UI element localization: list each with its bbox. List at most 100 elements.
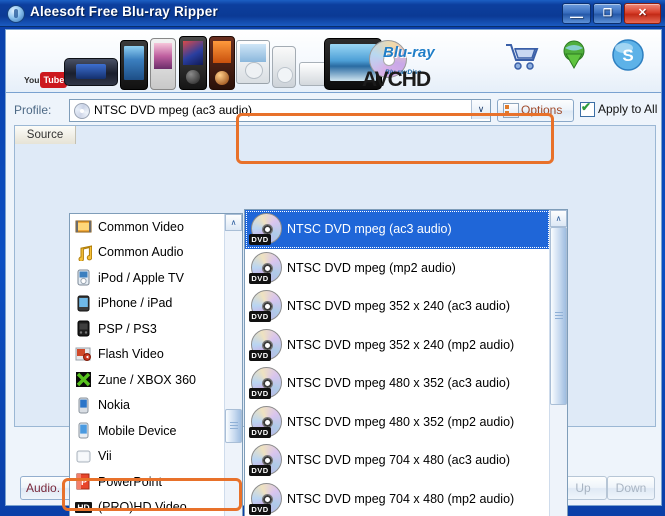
close-icon: ✕ (637, 7, 648, 19)
category-item-label: (PRO)HD Video (98, 500, 187, 515)
dvd-tag: DVD (249, 272, 271, 284)
options-icon (503, 103, 519, 118)
main-panel: Profile: NTSC DVD mpeg (ac3 audio) ∨ Opt… (5, 92, 662, 516)
flash-icon (75, 346, 92, 363)
category-item-label: PowerPoint (98, 474, 162, 489)
category-item-7[interactable]: Nokia (70, 393, 225, 419)
checkbox-checked-icon (580, 100, 595, 117)
profile-item-6[interactable]: DVD NTSC DVD mpeg 704 x 480 (ac3 audio) (245, 441, 550, 480)
toolbar-icons: S (501, 36, 647, 74)
dvd-disc-icon: DVD (249, 251, 283, 284)
category-scroll-track[interactable] (225, 231, 242, 516)
category-item-2[interactable]: iPod / Apple TV (70, 265, 225, 291)
close-button[interactable]: ✕ (624, 3, 661, 24)
category-item-label: iPod / Apple TV (98, 270, 184, 285)
category-item-10[interactable]: P PowerPoint (70, 469, 225, 495)
category-item-label: PSP / PS3 (98, 321, 157, 336)
profile-item-2[interactable]: DVD NTSC DVD mpeg 352 x 240 (ac3 audio) (245, 287, 550, 326)
maximize-icon: ❐ (603, 8, 612, 19)
svg-text:P: P (81, 477, 87, 487)
profile-scrollbar[interactable]: ∧ ∨ (549, 210, 567, 516)
move-down-button[interactable]: Down (607, 476, 655, 500)
scroll-up-icon[interactable]: ∧ (225, 214, 242, 231)
iphone-device-icon (120, 40, 148, 90)
psp-icon (75, 320, 92, 337)
profile-item-label: NTSC DVD mpeg 480 x 352 (mp2 audio) (287, 414, 515, 429)
skype-icon[interactable]: S (609, 36, 647, 74)
category-item-6[interactable]: Zune / XBOX 360 (70, 367, 225, 393)
cart-icon[interactable] (501, 36, 539, 74)
profile-item-7[interactable]: DVD NTSC DVD mpeg 704 x 480 (mp2 audio) (245, 480, 550, 516)
dvd-disc-icon: DVD (249, 444, 283, 477)
profile-item-0[interactable]: DVD NTSC DVD mpeg (ac3 audio) (245, 210, 550, 249)
avchd-logo-text: AVCHD (362, 68, 431, 91)
profile-item-label: NTSC DVD mpeg 704 x 480 (mp2 audio) (287, 491, 515, 506)
category-item-1[interactable]: Common Audio (70, 240, 225, 266)
category-item-4[interactable]: PSP / PS3 (70, 316, 225, 342)
download-icon[interactable] (555, 36, 593, 74)
minimize-button[interactable]: — (562, 3, 591, 24)
svg-text:HD: HD (77, 502, 89, 512)
category-dropdown-panel[interactable]: Common Video Common Audio iPod / Apple TV i… (69, 213, 243, 516)
profile-combobox-value: NTSC DVD mpeg (ac3 audio) (94, 103, 253, 117)
dvd-tag: DVD (249, 349, 271, 361)
chevron-down-icon[interactable]: ∨ (471, 100, 490, 119)
bluray-logo-text: Blu-ray (383, 44, 435, 61)
dvd-disc-icon: DVD (249, 213, 283, 246)
category-item-label: Nokia (98, 398, 130, 413)
title-bar: Aleesoft Free Blu-ray Ripper — ❐ ✕ (0, 0, 665, 27)
category-item-label: Vii (98, 449, 112, 464)
category-item-label: Common Audio (98, 245, 184, 260)
category-item-label: Flash Video (98, 347, 164, 362)
category-list[interactable]: Common Video Common Audio iPod / Apple TV i… (70, 214, 225, 516)
dvd-tag: DVD (249, 311, 271, 323)
dvd-tag: DVD (249, 465, 271, 477)
profile-scroll-thumb[interactable] (550, 227, 567, 405)
category-item-11[interactable]: HD (PRO)HD Video (70, 495, 225, 516)
category-scroll-thumb[interactable] (225, 409, 242, 443)
profile-list[interactable]: DVD NTSC DVD mpeg (ac3 audio) DVD NTSC DVD … (245, 210, 550, 516)
source-column-header[interactable]: Source (15, 126, 76, 145)
iphone-icon (75, 295, 92, 312)
profile-combobox[interactable]: NTSC DVD mpeg (ac3 audio) ∨ (69, 99, 491, 122)
profile-item-label: NTSC DVD mpeg 352 x 240 (mp2 audio) (287, 337, 515, 352)
ipod-classic-device-icon (236, 40, 270, 84)
app-icon (7, 5, 25, 23)
profile-item-label: NTSC DVD mpeg 704 x 480 (ac3 audio) (287, 453, 511, 468)
profile-scroll-track[interactable] (550, 227, 567, 516)
profile-item-3[interactable]: DVD NTSC DVD mpeg 352 x 240 (mp2 audio) (245, 326, 550, 365)
category-scrollbar[interactable]: ∧ ∨ (224, 214, 242, 516)
vii-icon (75, 448, 92, 465)
category-item-0[interactable]: Common Video (70, 214, 225, 240)
ipod-icon (75, 269, 92, 286)
application-window: Aleesoft Free Blu-ray Ripper — ❐ ✕ You Tu… (0, 0, 665, 516)
toolbar-banner: You Tube Blu-ray Blu-rayDisc AVCHD S (5, 29, 662, 93)
mobile-icon (75, 422, 92, 439)
profile-item-1[interactable]: DVD NTSC DVD mpeg (mp2 audio) (245, 249, 550, 288)
category-item-5[interactable]: Flash Video (70, 342, 225, 368)
dvd-tag: DVD (249, 234, 271, 246)
category-item-9[interactable]: Vii (70, 444, 225, 470)
maximize-button[interactable]: ❐ (593, 3, 622, 24)
hd-icon: HD (75, 499, 92, 516)
category-item-8[interactable]: Mobile Device (70, 418, 225, 444)
window-controls: — ❐ ✕ (562, 3, 661, 24)
profile-item-label: NTSC DVD mpeg (ac3 audio) (287, 222, 452, 237)
dvd-tag: DVD (249, 503, 271, 515)
music-note-icon (75, 244, 93, 262)
category-item-3[interactable]: iPhone / iPad (70, 291, 225, 317)
dvd-disc-icon: DVD (249, 367, 283, 400)
profile-item-4[interactable]: DVD NTSC DVD mpeg 480 x 352 (ac3 audio) (245, 364, 550, 403)
nokia-icon (75, 397, 92, 414)
xbox-icon (75, 371, 92, 388)
psp-device-icon (64, 58, 118, 86)
profile-dropdown-panel[interactable]: DVD NTSC DVD mpeg (ac3 audio) DVD NTSC DVD … (244, 209, 568, 516)
dvd-disc-icon: DVD (249, 482, 283, 515)
profile-item-5[interactable]: DVD NTSC DVD mpeg 480 x 352 (mp2 audio) (245, 403, 550, 442)
category-item-label: Zune / XBOX 360 (98, 372, 196, 387)
powerpoint-icon: P (75, 473, 92, 490)
walkman-device-icon (209, 36, 235, 90)
category-item-label: Mobile Device (98, 423, 177, 438)
scroll-up-icon[interactable]: ∧ (550, 210, 567, 227)
options-button[interactable]: Options (497, 99, 574, 122)
